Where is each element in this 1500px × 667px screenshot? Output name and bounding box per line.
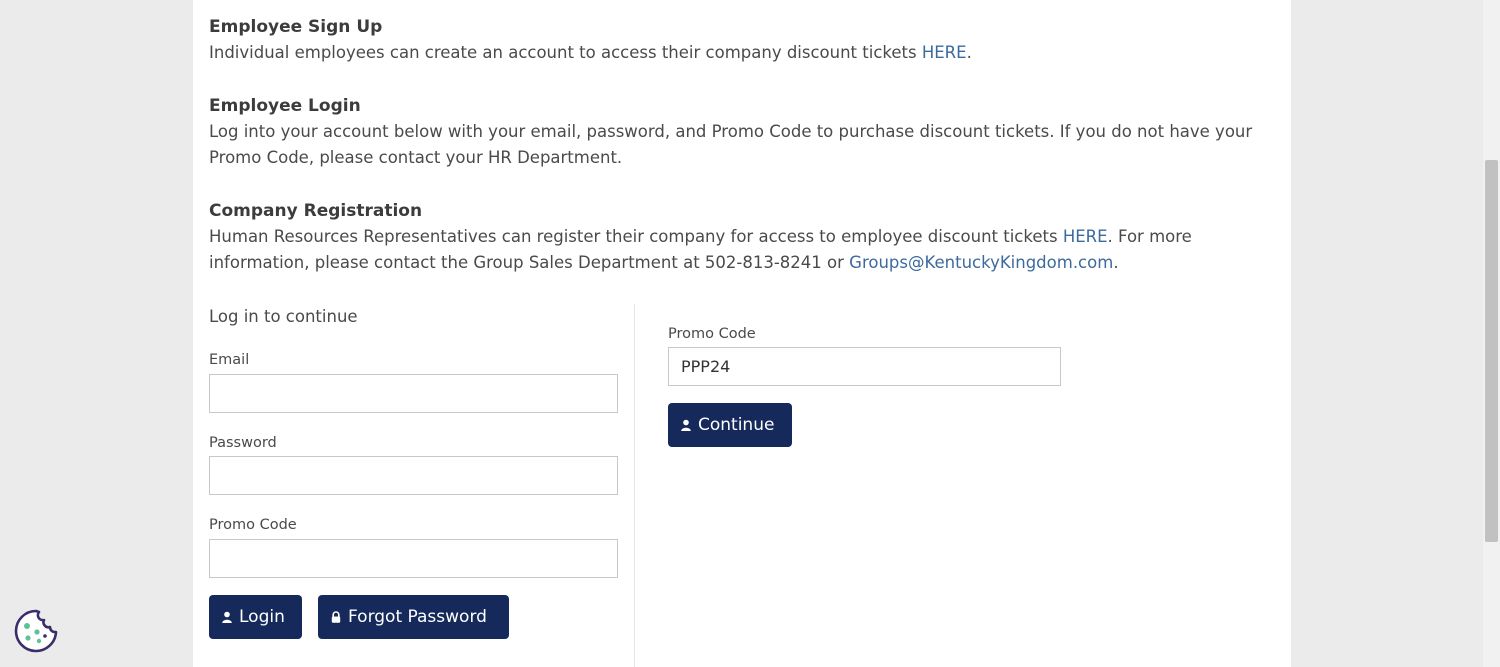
signup-title: Employee Sign Up [209, 17, 383, 37]
password-field[interactable] [209, 456, 618, 495]
email-label: Email [209, 352, 250, 368]
login-button-label: Login [239, 607, 285, 627]
column-divider [634, 304, 635, 667]
right-promo-code-label: Promo Code [668, 326, 756, 342]
right-promo-code-field[interactable] [668, 347, 1061, 386]
signup-text: Individual employees can create an accou… [209, 40, 1274, 66]
lock-icon [331, 611, 341, 623]
group-sales-email-link[interactable]: Groups@KentuckyKingdom.com [849, 253, 1113, 272]
signup-here-link[interactable]: HERE [922, 43, 967, 62]
company-text: Human Resources Representatives can regi… [209, 224, 1274, 276]
company-registration-section: Company Registration Human Resources Rep… [209, 198, 1274, 276]
company-title: Company Registration [209, 201, 423, 221]
cookie-icon[interactable] [13, 608, 59, 654]
continue-button-label: Continue [698, 415, 775, 435]
login-title: Employee Login [209, 96, 361, 116]
login-button[interactable]: Login [209, 595, 302, 639]
company-suffix: . [1113, 253, 1119, 272]
company-description: Human Resources Representatives can regi… [209, 227, 1063, 246]
login-text: Log into your account below with your em… [209, 122, 1253, 167]
continue-button[interactable]: Continue [668, 403, 792, 447]
employee-login-section: Employee Login Log into your account bel… [209, 93, 1274, 171]
promo-code-label: Promo Code [209, 517, 297, 533]
signup-suffix: . [966, 43, 972, 62]
forgot-password-button[interactable]: Forgot Password [318, 595, 509, 639]
company-here-link[interactable]: HERE [1063, 227, 1108, 246]
password-label: Password [209, 435, 277, 451]
promo-code-field[interactable] [209, 539, 618, 578]
page-content: Employee Sign Up Individual employees ca… [193, 0, 1291, 667]
email-field[interactable] [209, 374, 618, 413]
signup-description: Individual employees can create an accou… [209, 43, 922, 62]
scrollbar-thumb[interactable] [1485, 160, 1498, 542]
employee-signup-section: Employee Sign Up Individual employees ca… [209, 14, 1274, 66]
vertical-scrollbar[interactable] [1483, 0, 1500, 667]
user-icon [681, 419, 691, 431]
user-icon [222, 611, 232, 623]
login-form-heading: Log in to continue [209, 307, 358, 326]
forgot-password-label: Forgot Password [348, 607, 487, 627]
